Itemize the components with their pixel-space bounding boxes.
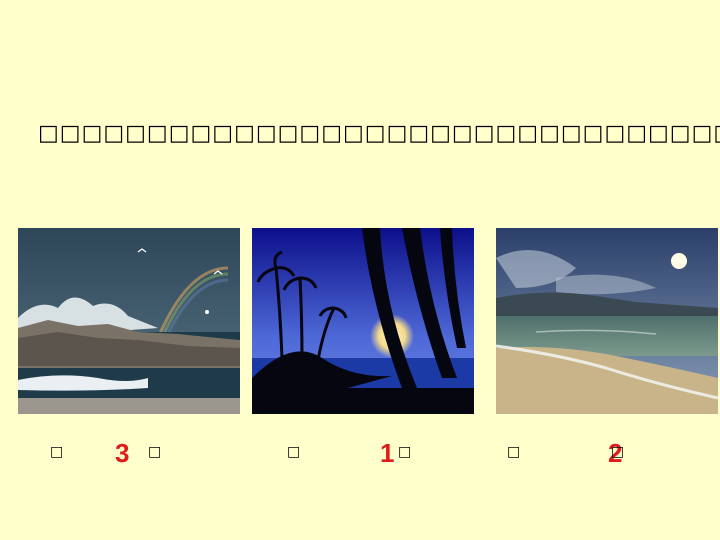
- picture-beach-moon: [496, 228, 718, 414]
- left-bracket-1: □: [50, 444, 64, 460]
- picture-stormy-sea: [18, 228, 240, 414]
- right-bracket-2: □: [398, 444, 412, 460]
- picture-moonlit-palms: [252, 228, 474, 414]
- left-bracket-3: □: [507, 444, 521, 460]
- calm-beach-moon-photo: [496, 228, 718, 414]
- right-bracket-1: □: [148, 444, 162, 460]
- left-bracket-2: □: [287, 444, 301, 460]
- rough-sea-rocks-rainbow-photo: [18, 228, 240, 414]
- answer-1[interactable]: 3: [115, 438, 129, 469]
- answer-2[interactable]: 1: [380, 438, 394, 469]
- right-bracket-3: □: [611, 444, 625, 460]
- instruction-text: □□□□□□□□□□□□□□□□□□□□□□□□□□□□□□□□: [38, 121, 720, 146]
- moonlit-palm-silhouette-photo: [252, 228, 474, 414]
